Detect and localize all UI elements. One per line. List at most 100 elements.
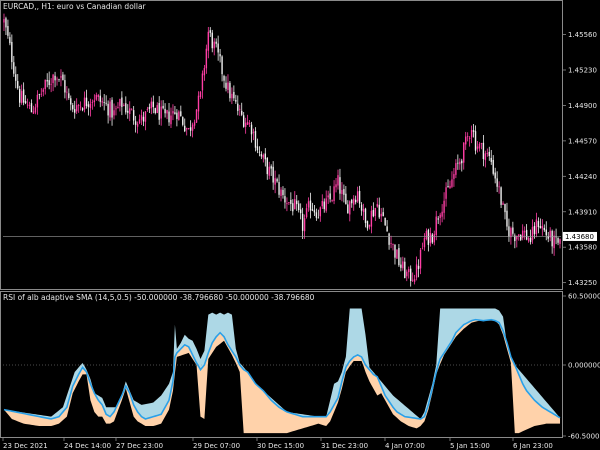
candle-body	[292, 203, 294, 212]
candle-body	[109, 101, 111, 118]
candle-body	[447, 186, 449, 188]
candle-body	[221, 56, 223, 75]
candle-body	[13, 62, 15, 74]
candle-body	[317, 217, 320, 219]
candle-body	[370, 210, 373, 227]
candle-body	[9, 37, 11, 44]
candle-body	[482, 142, 485, 159]
time-tick-label: 24 Dec 14:00	[64, 442, 111, 450]
candle-body	[276, 179, 278, 182]
candle-body	[301, 213, 304, 231]
candle-body	[178, 111, 180, 120]
candle-body	[130, 109, 133, 111]
time-tick-label: 5 Jan 15:00	[450, 442, 490, 450]
candle-body	[455, 163, 457, 175]
candle-body	[266, 157, 268, 175]
candle-body	[551, 230, 553, 247]
candle-body	[38, 93, 41, 95]
candle-body	[174, 112, 176, 115]
candle-body	[46, 80, 48, 82]
candle-body	[113, 110, 115, 116]
candle-body	[296, 200, 298, 205]
candle-body	[258, 151, 261, 153]
candle-body	[400, 264, 402, 268]
candle-body	[182, 117, 184, 125]
candle-body	[392, 244, 394, 245]
candle-body	[7, 26, 9, 36]
candle-body	[158, 103, 160, 120]
candle-body	[268, 166, 270, 176]
candle-body	[465, 136, 467, 145]
candle-body	[64, 80, 66, 93]
candle-body	[91, 102, 94, 103]
candle-body	[451, 179, 453, 187]
candle-body	[203, 68, 206, 76]
candle-body	[415, 264, 418, 278]
candle-body	[404, 261, 406, 278]
candle-body	[26, 104, 29, 106]
candle-body	[152, 101, 155, 108]
candle-body	[390, 243, 392, 244]
candle-body	[223, 75, 225, 81]
candle-body	[421, 248, 424, 250]
candle-body	[518, 234, 520, 237]
candle-body	[105, 102, 107, 104]
candle-body	[184, 125, 186, 132]
candle-body	[81, 108, 84, 111]
candle-body	[160, 106, 162, 119]
candle-body	[298, 203, 300, 210]
main-price-chart[interactable]	[3, 13, 561, 287]
candle-body	[197, 95, 200, 112]
candle-body	[290, 199, 292, 204]
candle-body	[286, 203, 288, 205]
candle-body	[443, 200, 445, 213]
candle-body	[231, 93, 233, 99]
candle-body	[457, 162, 459, 164]
candle-body	[70, 98, 72, 105]
candle-body	[323, 201, 325, 210]
candle-body	[186, 128, 188, 130]
candle-body	[384, 217, 386, 226]
candle-body	[284, 196, 286, 203]
candle-body	[309, 200, 312, 211]
candle-body	[270, 166, 272, 169]
candle-body	[250, 124, 253, 135]
price-tick-label: 1.45560	[568, 31, 597, 39]
candle-body	[146, 108, 149, 111]
candle-body	[349, 201, 351, 215]
candle-body	[496, 178, 498, 187]
candle-body	[498, 186, 500, 188]
candle-body	[557, 237, 559, 243]
candle-body	[95, 94, 98, 100]
candle-body	[237, 103, 239, 111]
candle-body	[83, 97, 86, 110]
indicator-chart[interactable]	[3, 308, 561, 434]
candle-body	[15, 74, 17, 81]
candle-body	[205, 48, 208, 69]
candle-body	[93, 100, 96, 103]
candle-body	[423, 238, 426, 248]
indicator-title: RSI of alb adaptive SMA (14,5,0.5) -50.0…	[3, 293, 315, 302]
candle-body	[429, 232, 432, 244]
candle-body	[256, 146, 259, 151]
price-tick-label: 1.43250	[568, 279, 597, 287]
candle-body	[199, 91, 202, 98]
candle-body	[72, 105, 74, 110]
time-tick-label: 29 Dec 07:00	[193, 442, 240, 450]
candle-body	[5, 18, 7, 28]
candle-body	[28, 105, 31, 106]
candle-body	[329, 193, 331, 200]
candle-body	[44, 79, 46, 90]
candle-body	[480, 143, 483, 145]
candle-body	[364, 208, 367, 223]
indicator-tick-label: -60.500000	[568, 433, 600, 441]
candle-body	[166, 110, 168, 114]
time-tick-label: 6 Jan 23:00	[513, 442, 553, 450]
candle-body	[398, 248, 400, 266]
candle-body	[280, 189, 282, 196]
price-tick-label: 1.45230	[568, 66, 597, 74]
candle-body	[74, 109, 76, 113]
candle-body	[299, 209, 302, 214]
candle-body	[101, 101, 103, 103]
candle-body	[553, 235, 555, 249]
